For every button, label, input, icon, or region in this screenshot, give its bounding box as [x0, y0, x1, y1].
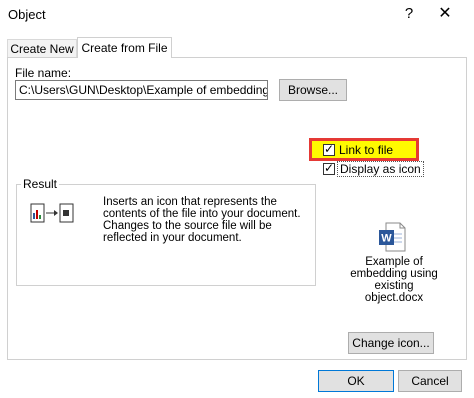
close-button[interactable]: ✕: [430, 3, 460, 25]
tab-create-new[interactable]: Create New: [7, 39, 77, 57]
file-name-label: File name:: [15, 66, 72, 80]
window-title: Object: [8, 7, 46, 22]
insert-icon-result-icon: [30, 203, 74, 230]
icon-caption: Example of embedding using existing obje…: [350, 256, 438, 304]
link-to-file-checkbox[interactable]: ✓: [323, 142, 335, 156]
checkmark-icon: ✓: [324, 142, 335, 156]
link-to-file-label[interactable]: Link to file: [339, 143, 393, 157]
display-as-icon-label[interactable]: Display as icon: [337, 161, 424, 177]
word-document-icon: W: [378, 222, 406, 255]
change-icon-button[interactable]: Change icon...: [348, 332, 434, 354]
tab-create-from-file[interactable]: Create from File: [77, 37, 172, 58]
checkmark-icon: ✓: [324, 161, 335, 175]
browse-button[interactable]: Browse...: [279, 79, 347, 101]
help-button[interactable]: ?: [396, 3, 422, 25]
display-as-icon-checkbox[interactable]: ✓: [323, 161, 335, 175]
svg-text:W: W: [381, 233, 392, 245]
ok-button[interactable]: OK: [318, 370, 394, 392]
result-description: Inserts an icon that represents the cont…: [103, 196, 301, 244]
cancel-button[interactable]: Cancel: [398, 370, 462, 392]
title-bar: Object ? ✕: [0, 0, 474, 30]
file-name-input[interactable]: C:\Users\GUN\Desktop\Example of embeddin…: [15, 80, 268, 100]
result-legend: Result: [21, 177, 60, 191]
object-dialog: Object ? ✕ Create New Create from File F…: [0, 0, 474, 398]
